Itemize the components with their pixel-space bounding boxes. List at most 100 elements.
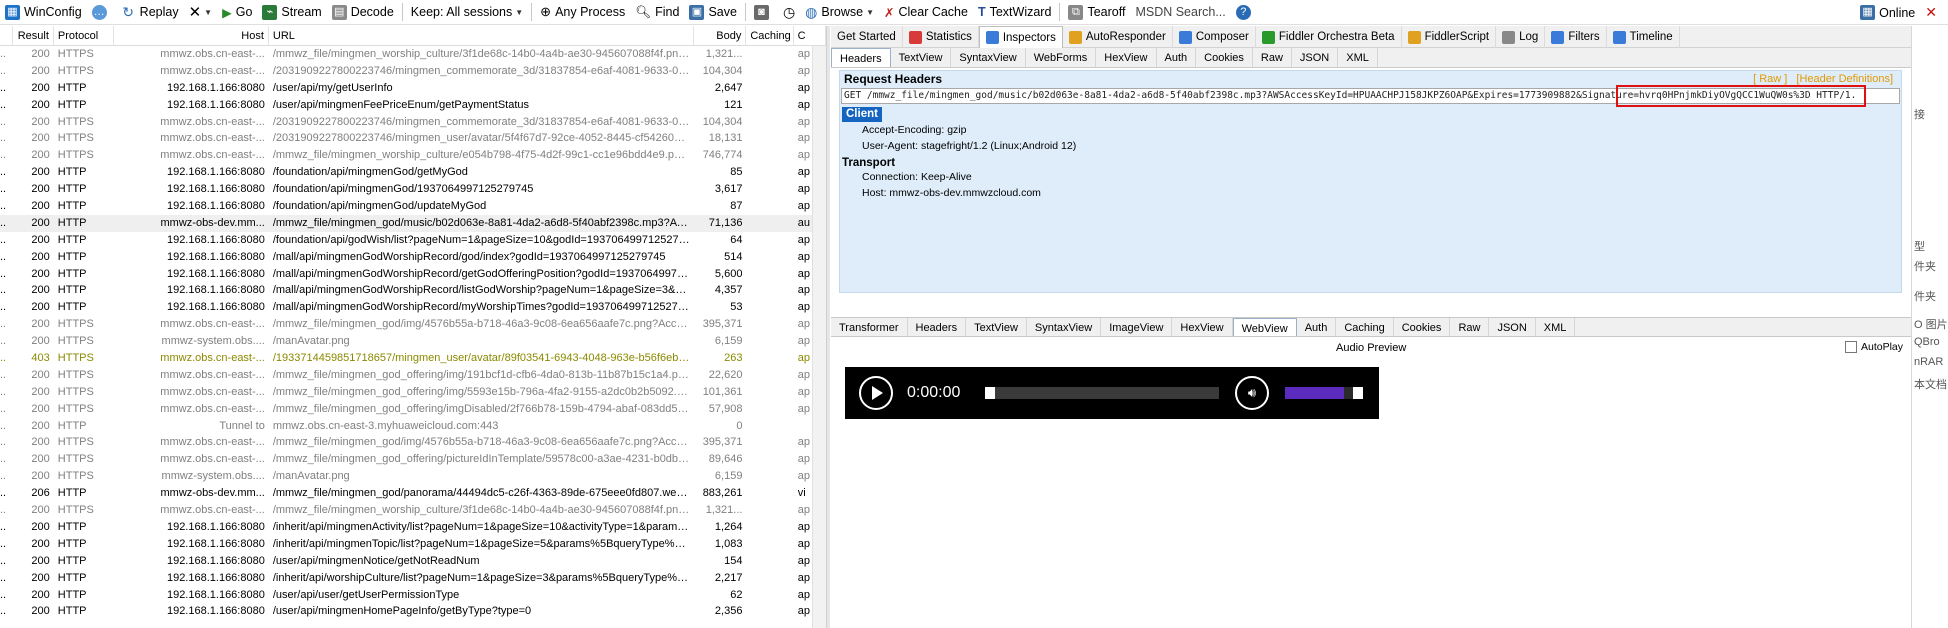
stream-button[interactable]: ⌁ Stream xyxy=(257,2,326,22)
session-row[interactable]: .. 200 HTTP 192.168.1.166:8080/foundation/a… xyxy=(0,164,826,181)
splitter[interactable] xyxy=(826,26,830,628)
any-process-button[interactable]: ⊕ Any Process xyxy=(535,2,630,22)
tab-raw[interactable]: Raw xyxy=(1450,318,1490,336)
session-row[interactable]: .. 200 HTTPS mmwz-system.obs.... /manAvatar.… xyxy=(0,333,826,350)
session-row[interactable]: .. 200 HTTP 192.168.1.166:8080/user/api/my/… xyxy=(0,80,826,97)
transport-group-label[interactable]: Transport xyxy=(840,154,1901,169)
session-row[interactable]: .. 200 HTTP 192.168.1.166:8080/user/api/min… xyxy=(0,553,826,570)
keep-sessions-dropdown[interactable]: Keep: All sessions ▼ xyxy=(406,2,528,22)
session-row[interactable]: .. 200 HTTPS mmwz.obs.cn-east-... /mmwz_file… xyxy=(0,434,826,451)
tab-xml[interactable]: XML xyxy=(1536,318,1576,336)
session-row[interactable]: .. 200 HTTP 192.168.1.166:8080/mall/api/min… xyxy=(0,299,826,316)
winconfig-button[interactable]: ▦ WinConfig xyxy=(0,2,87,22)
tab-auth[interactable]: Auth xyxy=(1157,48,1197,67)
transport-header-host[interactable]: Host: mmwz-obs-dev.mmwzcloud.com xyxy=(840,185,1901,201)
tab-webview[interactable]: WebView xyxy=(1232,318,1297,336)
tab-json[interactable]: JSON xyxy=(1489,318,1536,336)
client-header-user-agent[interactable]: User-Agent: stagefright/1.2 (Linux;Andro… xyxy=(840,138,1901,154)
play-button[interactable] xyxy=(859,376,893,410)
seek-thumb[interactable] xyxy=(985,387,995,399)
volume-slider[interactable] xyxy=(1285,387,1363,399)
tab-hexview[interactable]: HexView xyxy=(1172,318,1233,336)
mute-button[interactable]: 🔊︎ xyxy=(1235,376,1269,410)
clear-cache-button[interactable]: ✗ Clear Cache xyxy=(879,2,973,22)
go-button[interactable]: ▶ Go xyxy=(217,2,257,22)
tab-xml[interactable]: XML xyxy=(1338,48,1378,67)
tearoff-button[interactable]: ⧉ Tearoff xyxy=(1063,2,1130,22)
tab-transformer[interactable]: Transformer xyxy=(831,318,908,336)
session-row[interactable]: .. 200 HTTP 192.168.1.166:8080/mall/api/min… xyxy=(0,249,826,266)
find-button[interactable]: 🔍︎ Find xyxy=(630,2,684,22)
session-row[interactable]: .. 200 HTTP 192.168.1.166:8080/inherit/api/… xyxy=(0,536,826,553)
tab-textview[interactable]: TextView xyxy=(891,48,952,67)
session-row[interactable]: .. 200 HTTP 192.168.1.166:8080/inherit/api/… xyxy=(0,519,826,536)
online-indicator[interactable]: ▦ Online xyxy=(1855,3,1920,23)
tab-statistics[interactable]: Statistics xyxy=(903,26,979,48)
tab-caching[interactable]: Caching xyxy=(1336,318,1394,336)
tab-composer[interactable]: Composer xyxy=(1173,26,1256,48)
session-row[interactable]: .. 200 HTTPS mmwz-system.obs.... /manAvatar.… xyxy=(0,468,826,485)
tab-json[interactable]: JSON xyxy=(1292,48,1339,67)
tab-filters[interactable]: Filters xyxy=(1545,26,1607,48)
session-row[interactable]: .. 200 HTTP 192.168.1.166:8080/user/api/min… xyxy=(0,603,826,620)
session-row[interactable]: .. 200 HTTP 192.168.1.166:8080/foundation/a… xyxy=(0,181,826,198)
tab-hexview[interactable]: HexView xyxy=(1096,48,1157,67)
tab-autoresponder[interactable]: AutoResponder xyxy=(1063,26,1173,48)
tab-raw[interactable]: Raw xyxy=(1253,48,1292,67)
close-toolbar-button[interactable]: ✕ xyxy=(1920,3,1942,23)
tab-imageview[interactable]: ImageView xyxy=(1101,318,1173,336)
session-row[interactable]: .. 200 HTTPS mmwz.obs.cn-east-... /203190922… xyxy=(0,114,826,131)
tab-headers[interactable]: Headers xyxy=(831,48,891,67)
tab-auth[interactable]: Auth xyxy=(1297,318,1337,336)
column-protocol[interactable]: Protocol xyxy=(54,26,115,45)
session-row[interactable]: .. 200 HTTP 192.168.1.166:8080/inherit/api/… xyxy=(0,570,826,587)
tab-webforms[interactable]: WebForms xyxy=(1026,48,1097,67)
session-row[interactable]: .. 200 HTTPS mmwz.obs.cn-east-... /203190922… xyxy=(0,130,826,147)
tab-cookies[interactable]: Cookies xyxy=(1394,318,1451,336)
replay-button[interactable]: ↻ Replay xyxy=(116,2,184,22)
tab-inspectors[interactable]: Inspectors xyxy=(978,26,1063,48)
tab-syntaxview[interactable]: SyntaxView xyxy=(1027,318,1102,336)
tab-syntaxview[interactable]: SyntaxView xyxy=(951,48,1026,67)
session-row[interactable]: .. 200 HTTP 192.168.1.166:8080/user/api/use… xyxy=(0,587,826,604)
session-row[interactable]: .. 200 HTTP 192.168.1.166:8080/mall/api/min… xyxy=(0,266,826,283)
session-row[interactable]: .. 200 HTTPS mmwz.obs.cn-east-... /203190922… xyxy=(0,63,826,80)
tab-get-started[interactable]: Get Started xyxy=(831,26,903,48)
column-result[interactable]: Result xyxy=(13,26,54,45)
autoplay-checkbox[interactable]: AutoPlay xyxy=(1845,341,1903,353)
sessions-list[interactable]: Result Protocol Host URL Body Caching C … xyxy=(0,26,826,628)
raw-link[interactable]: [ Raw ] xyxy=(1753,73,1787,85)
msdn-search-input[interactable]: MSDN Search... xyxy=(1130,2,1230,22)
session-row[interactable]: .. 200 HTTP 192.168.1.166:8080/user/api/min… xyxy=(0,97,826,114)
session-row[interactable]: .. 200 HTTP 192.168.1.166:8080/foundation/a… xyxy=(0,198,826,215)
tab-log[interactable]: Log xyxy=(1496,26,1546,48)
tab-headers[interactable]: Headers xyxy=(908,318,967,336)
textwizard-button[interactable]: T TextWizard xyxy=(973,2,1056,22)
session-row[interactable]: .. 200 HTTPS mmwz.obs.cn-east-... /mmwz_file… xyxy=(0,384,826,401)
screenshot-button[interactable]: ◙ xyxy=(749,2,778,22)
column-icon[interactable] xyxy=(0,26,14,45)
timer-button[interactable]: ◷ xyxy=(778,2,800,22)
session-row[interactable]: .. 200 HTTPS mmwz.obs.cn-east-... /mmwz_file… xyxy=(0,316,826,333)
tab-fiddler-orchestra-beta[interactable]: Fiddler Orchestra Beta xyxy=(1256,26,1402,48)
volume-thumb[interactable] xyxy=(1353,387,1363,399)
session-row[interactable]: .. 206 HTTP mmwz-obs-dev.mm... /mmwz_file/mi… xyxy=(0,485,826,502)
remove-button[interactable]: ✕ ▼ xyxy=(184,2,218,22)
header-definitions-link[interactable]: [Header Definitions] xyxy=(1796,73,1893,85)
client-header-accept-encoding[interactable]: Accept-Encoding: gzip xyxy=(840,122,1901,138)
browse-button[interactable]: ◍ Browse ▼ xyxy=(800,2,879,22)
help-button[interactable]: ? xyxy=(1231,2,1260,22)
column-host[interactable]: Host xyxy=(114,26,269,45)
session-row[interactable]: .. 200 HTTP 192.168.1.166:8080/foundation/a… xyxy=(0,232,826,249)
tab-fiddlerscript[interactable]: FiddlerScript xyxy=(1402,26,1497,48)
save-button[interactable]: ▣ Save xyxy=(684,2,742,22)
tab-cookies[interactable]: Cookies xyxy=(1196,48,1253,67)
decode-button[interactable]: ▤ Decode xyxy=(327,2,399,22)
seek-slider[interactable] xyxy=(985,387,1219,399)
session-row[interactable]: .. 200 HTTPS mmwz.obs.cn-east-... /mmwz_file… xyxy=(0,401,826,418)
session-row[interactable]: .. 200 HTTPS mmwz.obs.cn-east-... /mmwz_file… xyxy=(0,46,826,63)
column-body[interactable]: Body xyxy=(694,26,747,45)
session-row[interactable]: .. 403 HTTPS mmwz.obs.cn-east-... /193371445… xyxy=(0,350,826,367)
client-group-label[interactable]: Client xyxy=(842,107,882,122)
tab-textview[interactable]: TextView xyxy=(966,318,1027,336)
